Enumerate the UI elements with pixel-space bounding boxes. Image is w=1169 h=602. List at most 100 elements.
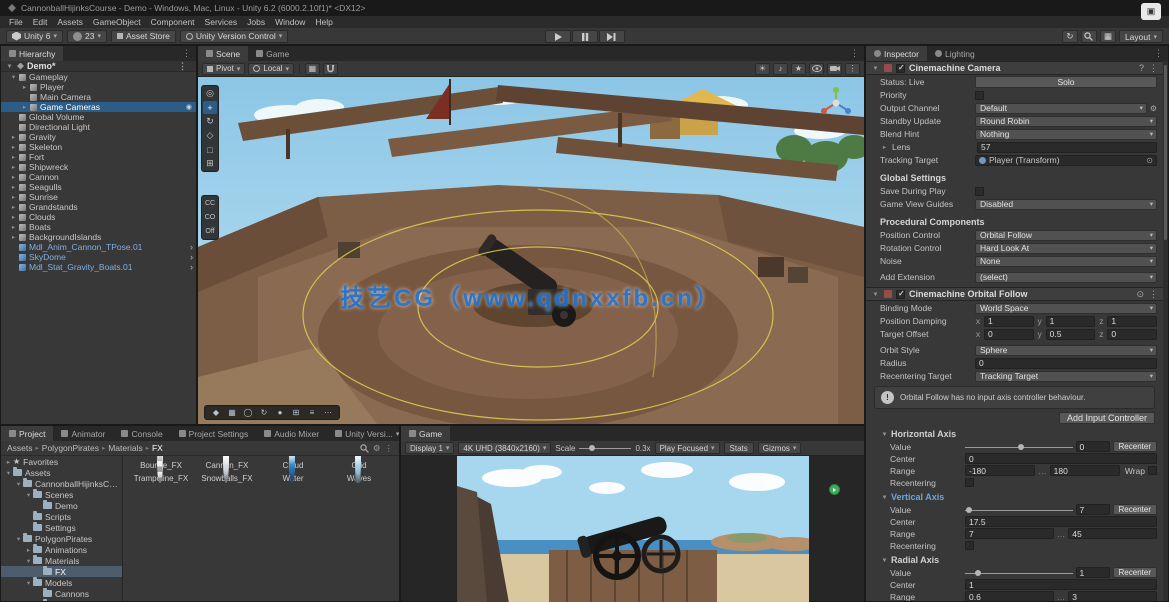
step-button[interactable] <box>599 30 625 43</box>
expand-arrow-icon[interactable]: ▾ <box>24 491 33 499</box>
version-control-button[interactable]: Unity Version Control ▾ <box>180 30 288 43</box>
undo-history-button[interactable]: ↻ <box>1062 30 1078 43</box>
tab-project-settings[interactable]: Project Settings <box>171 426 257 441</box>
expand-arrow-icon[interactable]: ▸ <box>9 143 18 151</box>
expand-arrow-icon[interactable]: ▸ <box>9 203 18 211</box>
hierarchy-item-backgroundislands[interactable]: ▸BackgroundIslands <box>1 232 196 242</box>
project-folder-scripts[interactable]: Scripts <box>1 511 122 522</box>
view-tool-icon[interactable]: ◎ <box>203 87 217 100</box>
breadcrumb-item-fx[interactable]: FX <box>152 443 163 453</box>
recentering-checkbox[interactable] <box>965 478 974 487</box>
project-menu-icon[interactable]: ⋮ <box>385 443 394 454</box>
effects-toggle-icon[interactable]: ★ <box>791 63 806 75</box>
y-field[interactable]: 0.5 <box>1046 329 1096 340</box>
menu-edit[interactable]: Edit <box>28 17 53 27</box>
tab-scene[interactable]: Scene <box>198 46 248 61</box>
slider-thumb[interactable] <box>1018 444 1024 450</box>
account-button[interactable]: 23 ▾ <box>67 30 107 43</box>
slider-thumb[interactable] <box>966 507 972 513</box>
panel-menu-icon[interactable]: ⋮ <box>845 46 864 61</box>
project-folder-assets[interactable]: ▾Assets <box>1 467 122 478</box>
breadcrumb-item-materials[interactable]: Materials <box>108 443 142 453</box>
gizmos-dropdown[interactable]: Gizmos ▾ <box>758 442 802 454</box>
menu-assets[interactable]: Assets <box>52 17 88 27</box>
recenter-button[interactable]: Recenter <box>1113 567 1157 578</box>
radius-field[interactable]: 0 <box>975 358 1157 369</box>
overlay-more-icon[interactable]: ⋯ <box>321 407 335 418</box>
help-icon[interactable]: ? <box>1139 63 1144 74</box>
range-min-field[interactable]: 0.6 <box>965 591 1054 601</box>
center-field[interactable]: 17.5 <box>965 516 1157 527</box>
project-folder-models[interactable]: ▾Models <box>1 577 122 588</box>
x-field[interactable]: 0 <box>984 329 1034 340</box>
tab-animator[interactable]: Animator <box>53 426 113 441</box>
foldout-arrow-icon[interactable]: ▾ <box>5 62 14 70</box>
output-channel-dropdown[interactable]: Default <box>975 103 1147 114</box>
scene-overflow-icon[interactable]: ⋮ <box>845 63 860 75</box>
range-min-field[interactable]: -180 <box>965 465 1035 476</box>
component-enabled-checkbox[interactable] <box>896 64 905 73</box>
noise-dropdown[interactable]: None <box>975 256 1157 267</box>
hierarchy-item-boats[interactable]: ▸Boats <box>1 222 196 232</box>
expand-arrow-icon[interactable]: ▸ <box>9 163 18 171</box>
project-settings-gear-icon[interactable]: ⚙ <box>373 443 381 454</box>
asset-water[interactable]: Water <box>262 474 324 483</box>
expand-arrow-icon[interactable]: ▸ <box>9 213 18 221</box>
expand-arrow-icon[interactable]: ▾ <box>24 557 33 565</box>
x-field[interactable]: 1 <box>984 316 1034 327</box>
expand-arrow-icon[interactable]: ▸ <box>20 103 29 111</box>
lens-field[interactable]: 57 <box>977 142 1157 153</box>
range-max-field[interactable]: 3 <box>1068 591 1157 601</box>
expand-arrow-icon[interactable]: ▾ <box>14 535 23 543</box>
menu-file[interactable]: File <box>4 17 28 27</box>
rect-tool-icon[interactable]: □ <box>203 143 217 156</box>
center-field[interactable]: 1 <box>965 579 1157 590</box>
recentering-checkbox[interactable] <box>965 541 974 550</box>
snap-magnet-icon[interactable] <box>323 63 338 75</box>
tab-hierarchy[interactable]: Hierarchy <box>1 46 63 61</box>
scene-menu-icon[interactable]: ⋮ <box>173 61 192 72</box>
audio-toggle-icon[interactable]: ♪ <box>773 63 788 75</box>
move-tool-icon[interactable]: + <box>203 101 217 114</box>
project-folder-cannons[interactable]: Cannons <box>1 588 122 599</box>
overlay-menu-icon[interactable]: ≡ <box>305 407 319 418</box>
value-slider[interactable] <box>965 568 1073 578</box>
foldout-arrow-icon[interactable]: ▸ <box>880 143 889 151</box>
expand-arrow-icon[interactable]: ▸ <box>9 233 18 241</box>
breadcrumb-item-assets[interactable]: Assets <box>7 443 33 453</box>
range-min-field[interactable]: 7 <box>965 528 1054 539</box>
expand-arrow-icon[interactable]: ▾ <box>9 73 18 81</box>
axis-foldout-vertical[interactable]: ▾Vertical Axis <box>866 491 1163 503</box>
camera-settings-icon[interactable] <box>827 63 842 75</box>
menu-component[interactable]: Component <box>146 17 200 27</box>
foldout-arrow-icon[interactable]: ▾ <box>871 64 880 72</box>
tab-game[interactable]: Game <box>401 426 450 441</box>
tab-audio-mixer[interactable]: Audio Mixer <box>256 426 327 441</box>
expand-arrow-icon[interactable]: ▸ <box>24 546 33 554</box>
hierarchy-item-skydome[interactable]: SkyDome› <box>1 252 196 262</box>
standby-update-dropdown[interactable]: Round Robin <box>975 116 1157 127</box>
axis-foldout-radial[interactable]: ▾Radial Axis <box>866 554 1163 566</box>
recentering-target-dropdown[interactable]: Tracking Target <box>975 371 1157 382</box>
grid-toggle-icon[interactable]: ▦ <box>225 407 239 418</box>
scene-header-row[interactable]: ▾ Demo* ⋮ <box>1 61 196 72</box>
pivot-mode-dropdown[interactable]: Pivot ▾ <box>202 63 245 75</box>
menu-help[interactable]: Help <box>310 17 337 27</box>
settings-gear-icon[interactable]: ⚙ <box>1150 104 1157 113</box>
pause-button[interactable] <box>572 30 598 43</box>
orbit-view-icon[interactable]: ◯ <box>241 407 255 418</box>
asset-store-button[interactable]: Asset Store <box>111 30 176 43</box>
rotation-control-dropdown[interactable]: Hard Look At <box>975 243 1157 254</box>
blend-hint-dropdown[interactable]: Nothing <box>975 129 1157 140</box>
layout-dropdown[interactable]: Layout ▾ <box>1119 30 1163 43</box>
hierarchy-item-gravity[interactable]: ▸Gravity <box>1 132 196 142</box>
orbit-style-dropdown[interactable]: Sphere <box>975 345 1157 356</box>
recenter-button[interactable]: Recenter <box>1113 504 1157 515</box>
handle-orientation-dropdown[interactable]: Local ▾ <box>248 63 294 75</box>
solo-button[interactable]: Solo <box>975 76 1157 88</box>
play-focused-dropdown[interactable]: Play Focused ▾ <box>655 442 720 454</box>
object-picker-icon[interactable]: ⊙ <box>1146 156 1153 165</box>
rotate-view-icon[interactable]: ↻ <box>257 407 271 418</box>
position-control-dropdown[interactable]: Orbital Follow <box>975 230 1157 241</box>
expand-arrow-icon[interactable]: ▸ <box>9 153 18 161</box>
